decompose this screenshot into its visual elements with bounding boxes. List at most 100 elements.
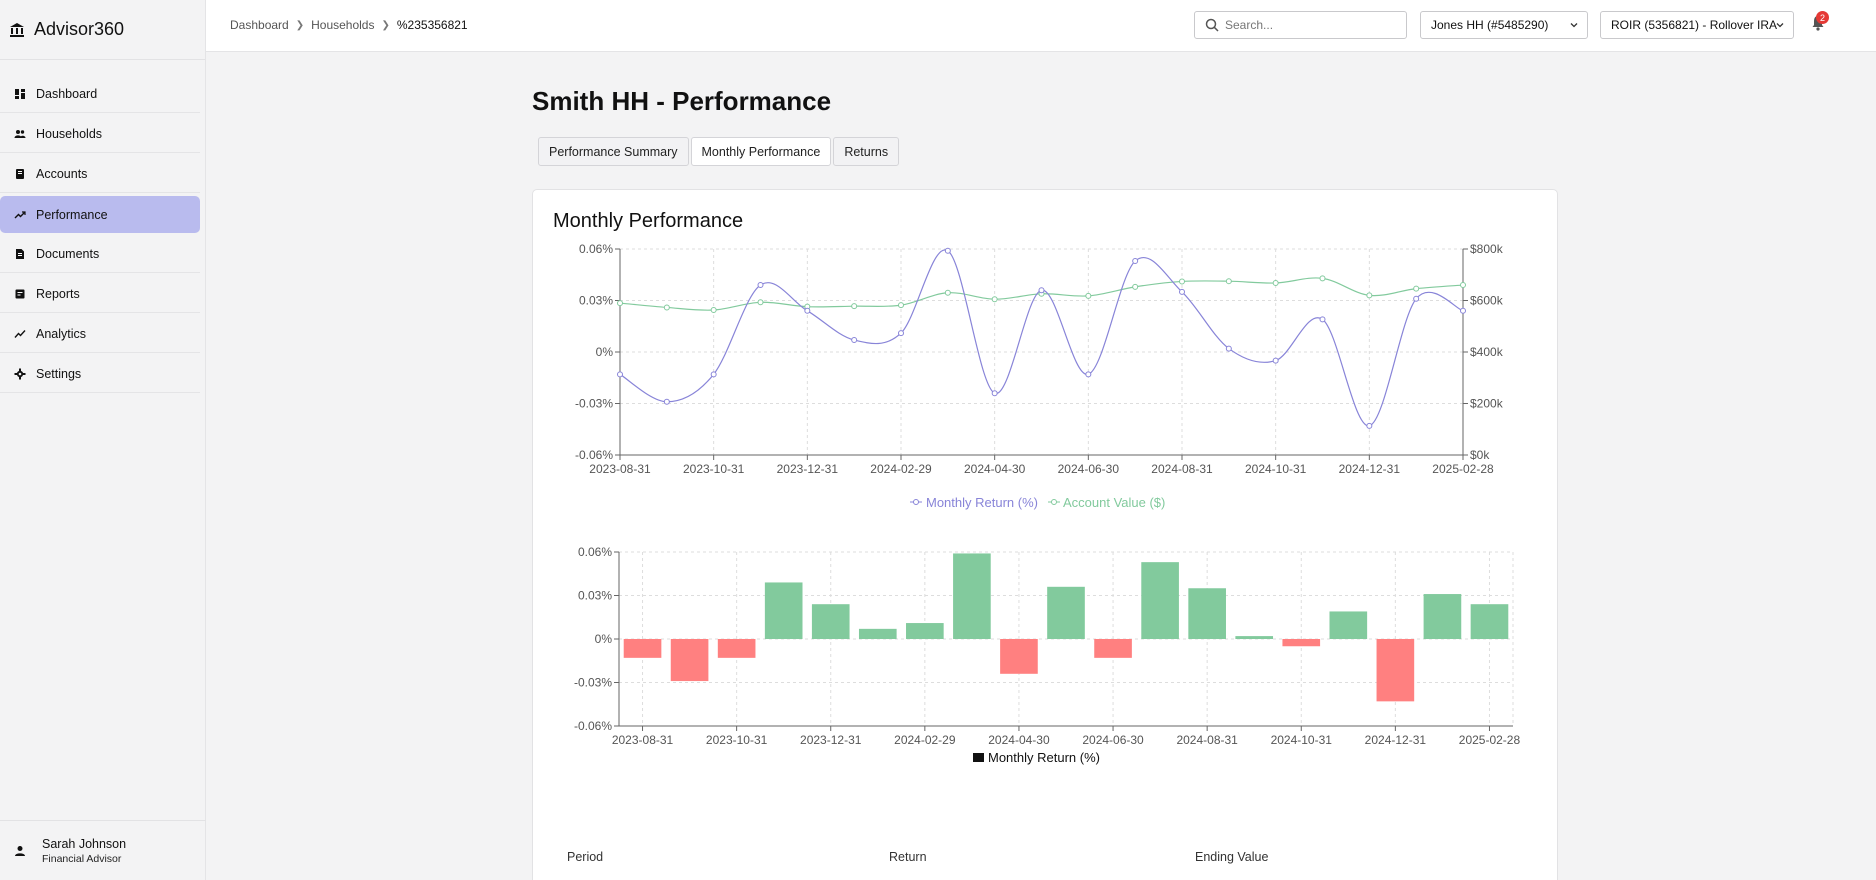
bar[interactable] [1423, 594, 1462, 639]
household-select[interactable]: Jones HH (#5485290) [1420, 11, 1588, 39]
bar[interactable] [1141, 562, 1179, 639]
data-point-account-value[interactable] [1179, 278, 1185, 285]
data-point-monthly-return[interactable] [1272, 357, 1279, 364]
bar[interactable] [670, 639, 709, 682]
bar[interactable] [858, 628, 897, 639]
data-point-account-value[interactable] [1272, 279, 1279, 286]
data-point-monthly-return[interactable] [1366, 422, 1373, 429]
data-point-account-value[interactable] [1085, 292, 1092, 299]
bar[interactable] [906, 623, 944, 639]
legend: Monthly Return (%) Account Value ($) [910, 495, 1165, 510]
sidebar-item-settings[interactable]: Settings [0, 356, 200, 393]
bar[interactable] [1000, 639, 1038, 674]
search-box[interactable] [1194, 11, 1407, 39]
data-point-monthly-return[interactable] [710, 371, 717, 378]
y-right-tick-label: $200k [1470, 397, 1504, 411]
data-point-monthly-return[interactable] [851, 336, 858, 343]
x-tick-label: 2023-10-31 [683, 462, 745, 476]
breadcrumb-dashboard[interactable]: Dashboard [230, 18, 289, 32]
y-left-tick-label: 0% [596, 345, 614, 359]
sidebar-item-performance[interactable]: Performance [0, 196, 200, 233]
data-point-account-value[interactable] [1413, 285, 1420, 292]
bar[interactable] [1094, 639, 1132, 658]
bar[interactable] [1282, 639, 1321, 647]
x-tick-label: 2024-08-31 [1176, 733, 1238, 747]
data-point-monthly-return[interactable] [804, 307, 811, 314]
bar[interactable] [1376, 639, 1415, 702]
bar[interactable] [623, 639, 662, 658]
data-point-account-value[interactable] [991, 296, 998, 303]
data-point-account-value[interactable] [1132, 283, 1139, 290]
data-point-monthly-return[interactable] [991, 390, 998, 397]
bar[interactable] [1047, 586, 1085, 639]
bar[interactable] [1470, 604, 1509, 639]
search-input[interactable] [1225, 18, 1385, 32]
bar[interactable] [1329, 611, 1368, 639]
bar[interactable] [1188, 588, 1226, 639]
y-tick-label: 0% [595, 632, 613, 646]
data-point-monthly-return[interactable] [1179, 288, 1185, 295]
account-select[interactable]: ROIR (5356821) - Rollover IRA [1600, 11, 1794, 39]
x-tick-label: 2023-10-31 [706, 733, 768, 747]
data-point-monthly-return[interactable] [1319, 316, 1326, 323]
x-tick-label: 2023-12-31 [777, 462, 839, 476]
data-point-monthly-return[interactable] [1225, 345, 1232, 352]
data-point-account-value[interactable] [851, 303, 858, 310]
data-point-monthly-return[interactable] [1460, 307, 1466, 314]
column-header-return: Return [889, 850, 927, 864]
legend-label-account-value[interactable]: Account Value ($) [1063, 495, 1165, 510]
column-header-ending-value: Ending Value [1195, 850, 1269, 864]
brand[interactable]: Advisor360 [0, 0, 205, 60]
data-point-monthly-return[interactable] [898, 330, 904, 337]
tab-monthly-performance[interactable]: Monthly Performance [690, 137, 832, 166]
page-title: Smith HH - Performance [532, 86, 832, 116]
tab-returns[interactable]: Returns [833, 137, 900, 166]
tab-performance-summary[interactable]: Performance Summary [538, 137, 689, 166]
analytics-icon [14, 328, 26, 340]
bar[interactable] [953, 553, 991, 639]
bar[interactable] [1235, 636, 1274, 639]
data-point-account-value[interactable] [898, 302, 904, 309]
ledger-icon [14, 168, 26, 180]
app-name: Advisor360 [34, 19, 125, 39]
data-point-account-value[interactable] [1225, 278, 1232, 285]
trend-icon [14, 209, 26, 221]
data-point-monthly-return[interactable] [944, 247, 951, 254]
data-point-monthly-return[interactable] [1038, 287, 1045, 294]
user-profile[interactable]: Sarah Johnson Financial Advisor [0, 820, 206, 880]
sidebar-item-label: Performance [36, 207, 108, 222]
search-icon [1205, 18, 1219, 32]
sidebar-item-reports[interactable]: Reports [0, 276, 200, 313]
data-point-account-value[interactable] [1460, 282, 1466, 289]
x-tick-label: 2024-04-30 [964, 462, 1026, 476]
data-point-account-value[interactable] [663, 304, 670, 311]
x-tick-label: 2024-02-29 [870, 462, 932, 476]
data-point-monthly-return[interactable] [1413, 295, 1420, 302]
sidebar-item-dashboard[interactable]: Dashboard [0, 76, 200, 113]
data-point-account-value[interactable] [1319, 275, 1326, 282]
sidebar-item-documents[interactable]: Documents [0, 236, 200, 273]
data-point-monthly-return[interactable] [1085, 371, 1092, 378]
sidebar-item-accounts[interactable]: Accounts [0, 156, 200, 193]
data-point-monthly-return[interactable] [757, 282, 764, 289]
breadcrumb-households[interactable]: Households [311, 18, 374, 32]
data-point-account-value[interactable] [944, 289, 951, 296]
sidebar-item-households[interactable]: Households [0, 116, 200, 153]
legend-label-monthly-return[interactable]: Monthly Return (%) [988, 750, 1100, 765]
data-point-account-value[interactable] [757, 299, 764, 306]
data-point-account-value[interactable] [710, 307, 717, 314]
account-select-value: ROIR (5356821) - Rollover IRA [1611, 18, 1778, 32]
bank-icon [8, 21, 26, 39]
data-point-account-value[interactable] [617, 300, 623, 307]
data-point-monthly-return[interactable] [663, 398, 670, 405]
bar[interactable] [811, 604, 850, 639]
bar[interactable] [764, 582, 803, 639]
sidebar-item-label: Documents [36, 247, 100, 261]
legend-label-monthly-return[interactable]: Monthly Return (%) [926, 495, 1038, 510]
document-icon [14, 248, 26, 260]
data-point-monthly-return[interactable] [617, 371, 623, 378]
bar[interactable] [717, 639, 756, 658]
data-point-account-value[interactable] [1366, 292, 1373, 299]
data-point-monthly-return[interactable] [1132, 258, 1139, 265]
sidebar-item-analytics[interactable]: Analytics [0, 316, 200, 353]
